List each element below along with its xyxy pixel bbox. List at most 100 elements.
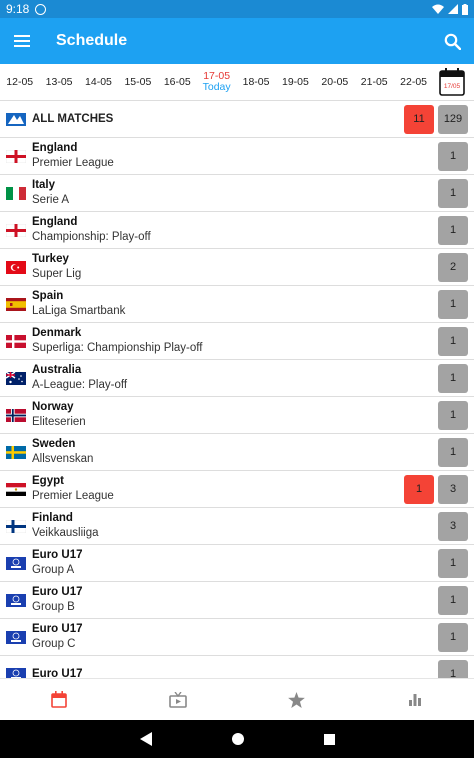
total-count-badge[interactable]: 129 xyxy=(438,104,468,134)
match-count-badge[interactable]: 1 xyxy=(438,215,468,245)
league-row[interactable]: Australia A-League: Play-off 1 xyxy=(0,360,474,397)
date-tab[interactable]: 12-05 xyxy=(0,76,39,88)
league-name: LaLiga Smartbank xyxy=(32,305,126,317)
country-name: Australia xyxy=(32,364,82,376)
match-count-badge[interactable]: 1 xyxy=(438,585,468,615)
league-row[interactable]: Finland Veikkausliiga 3 xyxy=(0,508,474,545)
league-row[interactable]: Egypt Premier League 1 3 xyxy=(0,471,474,508)
status-bar: 9:18 xyxy=(0,0,474,18)
calendar-picker-button[interactable]: 17/05 xyxy=(438,67,466,97)
date-tab[interactable]: 18-05 xyxy=(236,76,275,88)
all-matches-row[interactable]: ALL MATCHES 11 129 xyxy=(0,101,474,138)
league-text: Italy Serie A xyxy=(32,178,438,208)
england-flag-icon xyxy=(6,149,26,163)
date-tab-label: 13-05 xyxy=(45,75,73,88)
match-count-badge[interactable]: 1 xyxy=(438,289,468,319)
home-icon[interactable] xyxy=(231,733,244,745)
league-row[interactable]: Euro U17 1 xyxy=(0,656,474,678)
date-tab[interactable]: 21-05 xyxy=(355,75,394,88)
league-name: Group C xyxy=(32,638,76,650)
all-matches-icon xyxy=(6,112,26,126)
league-row[interactable]: England Premier League 1 xyxy=(0,138,474,175)
match-count-badge[interactable]: 3 xyxy=(438,474,468,504)
match-count-badge[interactable]: 1 xyxy=(438,622,468,652)
date-tab[interactable]: 14-05 xyxy=(79,75,118,88)
date-tab[interactable]: 22-05 xyxy=(394,75,433,88)
league-text: Australia A-League: Play-off xyxy=(32,363,438,393)
all-matches-label: ALL MATCHES xyxy=(32,113,114,125)
signal-icon xyxy=(448,4,458,14)
nav-favorites[interactable] xyxy=(237,679,356,720)
league-row[interactable]: Italy Serie A 1 xyxy=(0,175,474,212)
league-name: Group B xyxy=(32,601,75,613)
country-name: Norway xyxy=(32,401,74,413)
country-name: Euro U17 xyxy=(32,667,83,679)
page-title: Schedule xyxy=(56,32,128,49)
league-row[interactable]: Turkey Super Lig 2 xyxy=(0,249,474,286)
match-count-badge[interactable]: 2 xyxy=(438,252,468,282)
finland-flag-icon xyxy=(6,519,26,533)
hamburger-menu-icon xyxy=(14,35,30,47)
today-label: Today xyxy=(202,81,231,93)
menu-button[interactable] xyxy=(0,18,44,64)
norway-flag-icon xyxy=(6,408,26,422)
wifi-icon xyxy=(432,4,444,14)
turkey-flag-icon xyxy=(6,260,26,274)
league-name: Premier League xyxy=(32,157,114,169)
nav-schedule[interactable] xyxy=(0,679,119,720)
calendar-date-text: 17/05 xyxy=(444,83,461,90)
date-tab[interactable]: 13-05 xyxy=(39,75,78,88)
match-count-badge[interactable]: 1 xyxy=(438,141,468,171)
calendar-icon xyxy=(51,691,68,708)
star-icon xyxy=(287,691,305,708)
search-button[interactable] xyxy=(430,18,474,64)
uefa-flag-icon xyxy=(6,667,26,678)
match-count-badge[interactable]: 1 xyxy=(438,326,468,356)
date-tab-label: 22-05 xyxy=(400,75,428,88)
england-flag-icon xyxy=(6,223,26,237)
league-text: England Championship: Play-off xyxy=(32,215,438,245)
match-count-badge[interactable]: 1 xyxy=(438,659,468,678)
league-row[interactable]: Euro U17 Group C 1 xyxy=(0,619,474,656)
date-tab[interactable]: 20-05 xyxy=(315,76,354,88)
date-tab-label: 21-05 xyxy=(360,75,388,88)
date-tab[interactable]: 15-05 xyxy=(118,76,157,88)
league-text: Euro U17 Group C xyxy=(32,622,438,652)
search-icon xyxy=(444,33,461,50)
back-icon[interactable] xyxy=(139,732,152,746)
live-count-badge[interactable]: 1 xyxy=(404,474,434,504)
league-row[interactable]: England Championship: Play-off 1 xyxy=(0,212,474,249)
sweden-flag-icon xyxy=(6,445,26,459)
league-text: Sweden Allsvenskan xyxy=(32,437,438,467)
match-count-badge[interactable]: 1 xyxy=(438,437,468,467)
matches-list[interactable]: ALL MATCHES 11 129 England Premier League… xyxy=(0,101,474,678)
league-row[interactable]: Denmark Superliga: Championship Play-off 1 xyxy=(0,323,474,360)
league-row[interactable]: Spain LaLiga Smartbank 1 xyxy=(0,286,474,323)
italy-flag-icon xyxy=(6,186,26,200)
match-count-badge[interactable]: 1 xyxy=(438,400,468,430)
match-count-badge[interactable]: 1 xyxy=(438,363,468,393)
league-text: Norway Eliteserien xyxy=(32,400,438,430)
country-name: Euro U17 xyxy=(32,549,83,561)
date-tab[interactable]: 16-05 xyxy=(158,76,197,88)
recents-icon[interactable] xyxy=(323,733,335,745)
date-tab[interactable]: 19-05 xyxy=(276,76,315,88)
match-count-badge[interactable]: 3 xyxy=(438,511,468,541)
match-count-badge[interactable]: 1 xyxy=(438,548,468,578)
country-name: Egypt xyxy=(32,475,64,487)
league-name: Championship: Play-off xyxy=(32,231,151,243)
live-count-badge[interactable]: 11 xyxy=(404,104,434,134)
nav-standings[interactable] xyxy=(356,679,474,720)
league-row[interactable]: Euro U17 Group B 1 xyxy=(0,582,474,619)
league-text: Egypt Premier League xyxy=(32,474,404,504)
league-row[interactable]: Norway Eliteserien 1 xyxy=(0,397,474,434)
league-name: Allsvenskan xyxy=(32,453,94,465)
match-count-badge[interactable]: 1 xyxy=(438,178,468,208)
nav-live-tv[interactable] xyxy=(119,679,238,720)
date-strip: 12-05 13-05 14-05 15-05 16-05 17-05 Today 18-05… xyxy=(0,64,474,101)
league-name: Group A xyxy=(32,564,75,576)
date-tab[interactable]: 17-05 Today xyxy=(197,71,236,93)
league-row[interactable]: Euro U17 Group A 1 xyxy=(0,545,474,582)
date-tab-label: 14-05 xyxy=(85,75,112,88)
league-row[interactable]: Sweden Allsvenskan 1 xyxy=(0,434,474,471)
